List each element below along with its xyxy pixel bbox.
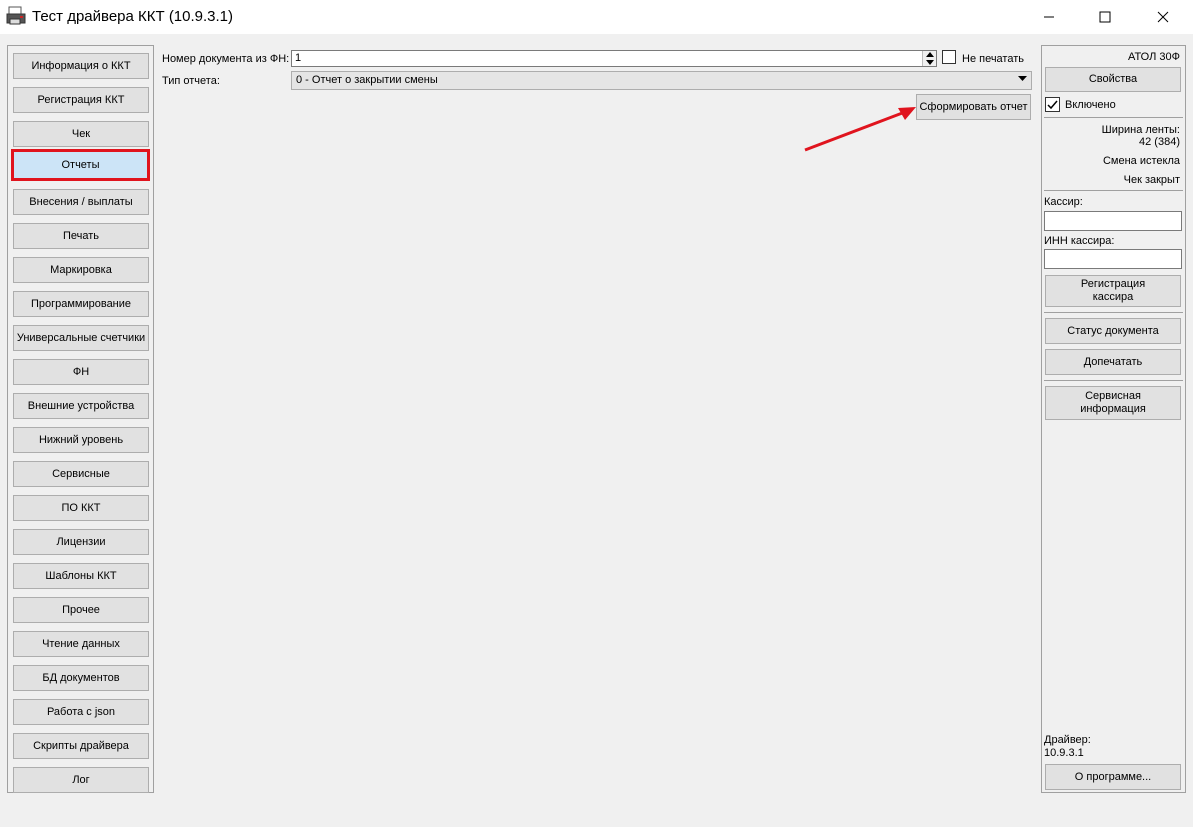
no-print-checkbox[interactable] — [942, 50, 956, 64]
nav-kkt-templates-button[interactable]: Шаблоны ККТ — [13, 563, 149, 589]
nav-driver-scripts-button[interactable]: Скрипты драйвера — [13, 733, 149, 759]
nav-programming-button[interactable]: Программирование — [13, 291, 149, 317]
cashier-input[interactable] — [1044, 211, 1182, 231]
properties-button[interactable]: Свойства — [1045, 67, 1181, 92]
driver-version: 10.9.3.1 — [1044, 747, 1084, 759]
separator — [1044, 117, 1183, 118]
minimize-button[interactable] — [1026, 0, 1072, 34]
minimize-icon — [1044, 16, 1054, 18]
close-button[interactable] — [1140, 0, 1186, 34]
cashier-inn-input[interactable] — [1044, 249, 1182, 269]
device-name: АТОЛ 30Ф — [1127, 51, 1180, 63]
reprint-button[interactable]: Допечатать — [1045, 349, 1181, 375]
receipt-status: Чек закрыт — [1123, 174, 1180, 186]
doc-number-field[interactable]: 1 — [291, 50, 937, 67]
service-info-line1: Сервисная — [1085, 390, 1141, 402]
generate-report-button[interactable]: Сформировать отчет — [916, 94, 1031, 120]
register-cashier-line2: кассира — [1092, 291, 1134, 303]
nav-document-db-button[interactable]: БД документов — [13, 665, 149, 691]
nav-service-button[interactable]: Сервисные — [13, 461, 149, 487]
window-title: Тест драйвера ККТ (10.9.3.1) — [32, 8, 234, 25]
enabled-checkbox[interactable] — [1045, 97, 1060, 112]
doc-number-spinner[interactable] — [922, 51, 936, 66]
nav-print-button[interactable]: Печать — [13, 223, 149, 249]
cashier-label: Кассир: — [1044, 196, 1083, 208]
nav-external-devices-button[interactable]: Внешние устройства — [13, 393, 149, 419]
nav-reports-button[interactable]: Отчеты — [11, 149, 150, 181]
red-annotation-arrow — [804, 107, 916, 152]
chevron-down-icon — [1018, 76, 1027, 81]
register-cashier-line1: Регистрация — [1080, 278, 1146, 290]
nav-licenses-button[interactable]: Лицензии — [13, 529, 149, 555]
tape-width-label: Ширина ленты: — [1101, 124, 1180, 136]
no-print-label: Не печатать — [962, 53, 1024, 65]
shift-status: Смена истекла — [1102, 155, 1180, 167]
nav-read-data-button[interactable]: Чтение данных — [13, 631, 149, 657]
driver-label: Драйвер: — [1044, 734, 1091, 746]
service-info-button[interactable]: Сервисная информация — [1045, 386, 1181, 420]
nav-log-button[interactable]: Лог — [13, 767, 149, 793]
register-cashier-button[interactable]: Регистрация кассира — [1045, 275, 1181, 307]
separator — [1044, 312, 1183, 313]
tape-width-value: 42 (384) — [1139, 136, 1180, 148]
enabled-label: Включено — [1065, 99, 1116, 111]
document-status-button[interactable]: Статус документа — [1045, 318, 1181, 344]
report-type-select[interactable]: 0 - Отчет о закрытии смены — [291, 71, 1032, 90]
spin-up-icon[interactable] — [925, 52, 934, 58]
maximize-button[interactable] — [1082, 0, 1128, 34]
nav-cash-in-out-button[interactable]: Внесения / выплаты — [13, 189, 149, 215]
nav-json-button[interactable]: Работа с json — [13, 699, 149, 725]
maximize-icon — [1099, 11, 1111, 23]
doc-number-value: 1 — [295, 52, 302, 64]
left-nav-panel: Информация о ККТ Регистрация ККТ Чек Отч… — [7, 45, 154, 793]
title-bar: Тест драйвера ККТ (10.9.3.1) — [0, 0, 1193, 34]
report-type-value: 0 - Отчет о закрытии смены — [296, 74, 438, 86]
nav-other-button[interactable]: Прочее — [13, 597, 149, 623]
nav-low-level-button[interactable]: Нижний уровень — [13, 427, 149, 453]
nav-receipt-button[interactable]: Чек — [13, 121, 149, 147]
nav-fn-button[interactable]: ФН — [13, 359, 149, 385]
cashier-inn-label: ИНН кассира: — [1044, 235, 1115, 247]
separator — [1044, 380, 1183, 381]
checkmark-icon — [1047, 100, 1058, 110]
report-type-label: Тип отчета: — [162, 75, 220, 87]
doc-number-label: Номер документа из ФН: — [162, 53, 290, 65]
nav-kkt-software-button[interactable]: ПО ККТ — [13, 495, 149, 521]
service-info-line2: информация — [1080, 403, 1146, 415]
printer-app-icon — [6, 6, 26, 25]
nav-kkt-registration-button[interactable]: Регистрация ККТ — [13, 87, 149, 113]
right-device-panel: АТОЛ 30Ф Свойства Включено Ширина ленты:… — [1041, 45, 1186, 793]
about-button[interactable]: О программе... — [1045, 764, 1181, 790]
nav-universal-counters-button[interactable]: Универсальные счетчики — [13, 325, 149, 351]
spin-down-icon[interactable] — [925, 59, 934, 65]
close-icon — [1157, 11, 1169, 23]
nav-kkt-info-button[interactable]: Информация о ККТ — [13, 53, 149, 79]
separator — [1044, 190, 1183, 191]
nav-marking-button[interactable]: Маркировка — [13, 257, 149, 283]
